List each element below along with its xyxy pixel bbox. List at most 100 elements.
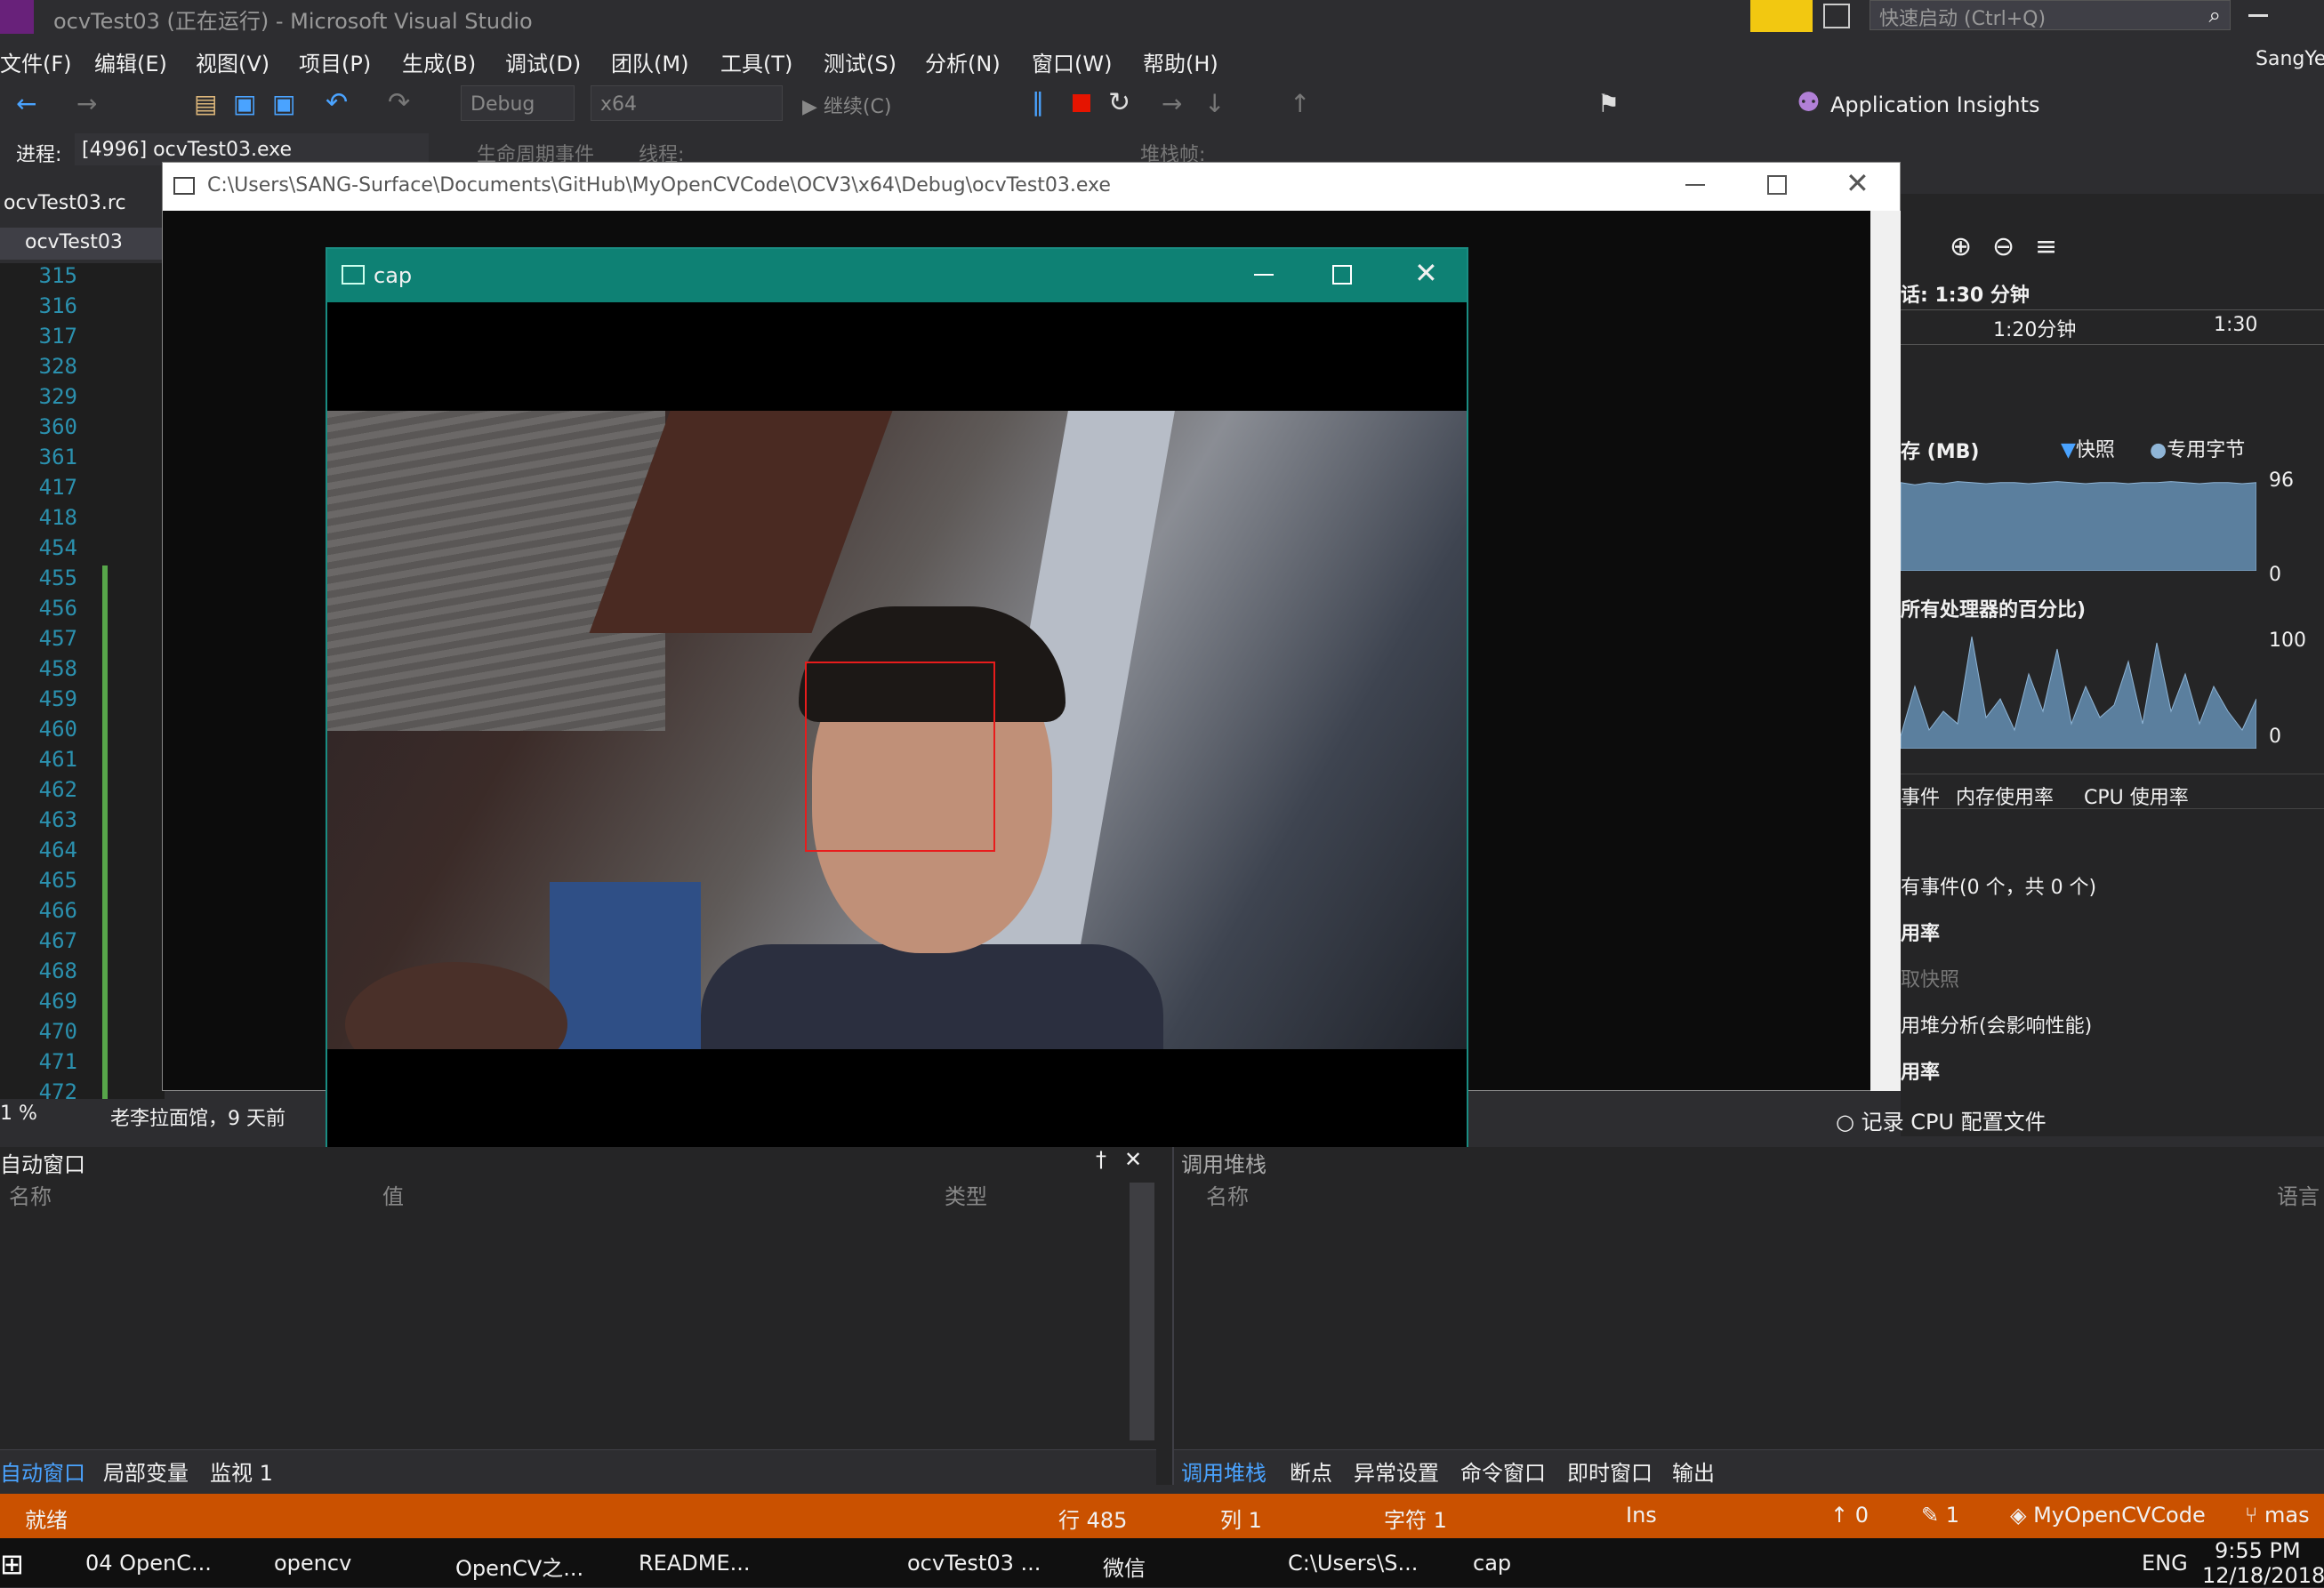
menu-debug[interactable]: 调试(D) — [505, 46, 581, 77]
notification-flag-icon[interactable] — [1750, 0, 1813, 32]
editor-tab-rc[interactable]: ocvTest03.rc — [0, 188, 162, 221]
bookmark-icon[interactable]: ⚑ — [1597, 89, 1620, 118]
tab-command[interactable]: 命令窗口 — [1460, 1456, 1546, 1487]
status-changes[interactable]: ✎ 1 — [1921, 1503, 1959, 1528]
console-scrollbar[interactable] — [1870, 211, 1901, 1091]
timeline-tick-2: 1:30 — [2214, 314, 2258, 336]
session-duration: 话: 1:30 分钟 — [1901, 285, 2030, 307]
undo-icon[interactable]: ↶ — [326, 87, 348, 118]
taskbar-item[interactable]: cap — [1473, 1551, 1642, 1576]
console-maximize-button[interactable] — [1767, 175, 1787, 195]
redo-icon[interactable]: ↷ — [388, 87, 410, 118]
start-icon[interactable]: ⊞ — [0, 1547, 24, 1581]
tab-cpu[interactable]: CPU 使用率 — [2084, 782, 2189, 810]
save-all-icon[interactable]: ▣ — [272, 89, 295, 118]
status-push[interactable]: ↑ 0 — [1830, 1503, 1869, 1528]
take-snapshot-button[interactable]: 取快照 — [1901, 964, 1959, 992]
status-repo[interactable]: ◈ MyOpenCVCode — [2010, 1503, 2206, 1528]
tab-memory[interactable]: 内存使用率 — [1956, 782, 2054, 810]
cpu-axis-max: 100 — [2269, 630, 2306, 652]
line-number: 454 — [38, 535, 77, 560]
tab-callstack[interactable]: 调用堆栈 — [1181, 1456, 1267, 1487]
line-number: 467 — [38, 928, 77, 953]
menu-analyze[interactable]: 分析(N) — [925, 46, 1001, 77]
continue-button[interactable]: ▶ 继续(C) — [802, 91, 891, 119]
taskbar-item[interactable]: README... — [639, 1551, 808, 1576]
back-icon[interactable]: ← — [16, 89, 36, 118]
autos-scrollbar[interactable] — [1130, 1183, 1154, 1440]
cap-maximize-button[interactable] — [1332, 265, 1352, 285]
restart-icon[interactable]: ↻ — [1108, 87, 1130, 118]
tab-breakpoints[interactable]: 断点 — [1290, 1456, 1332, 1487]
tab-output[interactable]: 输出 — [1672, 1456, 1715, 1487]
save-icon[interactable]: ▣ — [233, 89, 256, 118]
callstack-window: 调用堆栈 名称 语言 调用堆栈 断点 异常设置 命令窗口 即时窗口 输出 — [1172, 1147, 2324, 1487]
menu-test[interactable]: 测试(S) — [824, 46, 897, 77]
cap-close-button[interactable]: ✕ — [1414, 256, 1438, 290]
editor-tab-main[interactable]: ocvTest03 — [0, 228, 162, 260]
config-select[interactable]: Debug — [461, 85, 575, 121]
menu-tools[interactable]: 工具(T) — [720, 46, 792, 77]
stop-icon[interactable] — [1073, 94, 1090, 112]
menu-team[interactable]: 团队(M) — [611, 46, 688, 77]
tab-watch[interactable]: 监视 1 — [210, 1456, 273, 1487]
tab-locals[interactable]: 局部变量 — [103, 1456, 189, 1487]
status-branch[interactable]: ⑂ mas — [2245, 1503, 2310, 1528]
taskbar-item[interactable]: ocvTest03 ... — [907, 1551, 1076, 1576]
taskbar-item[interactable]: C:\Users\S... — [1288, 1551, 1457, 1576]
taskbar-item[interactable]: opencv — [274, 1551, 443, 1576]
menu-window[interactable]: 窗口(W) — [1032, 46, 1112, 77]
zoom-select[interactable]: 1 % — [0, 1099, 96, 1131]
quick-launch-input[interactable]: 快速启动 (Ctrl+Q) ⌕ — [1870, 0, 2231, 30]
platform-select[interactable]: x64 — [591, 85, 783, 121]
status-ins: Ins — [1626, 1503, 1657, 1528]
step-out-icon[interactable]: ↑ — [1290, 89, 1310, 118]
menu-help[interactable]: 帮助(H) — [1143, 46, 1218, 77]
tab-autos[interactable]: 自动窗口 — [0, 1456, 85, 1487]
cap-window[interactable]: cap ✕ — [326, 247, 1468, 1159]
process-select[interactable]: [4996] ocvTest03.exe — [75, 133, 429, 165]
step-into-icon[interactable]: ↓ — [1204, 89, 1225, 118]
forward-icon[interactable]: → — [76, 89, 97, 118]
autos-col-name: 名称 — [9, 1184, 52, 1209]
autos-close-icon[interactable]: ✕ — [1124, 1147, 1142, 1172]
menu-project[interactable]: 项目(P) — [299, 46, 371, 77]
console-minimize-button[interactable] — [1685, 184, 1705, 186]
tab-exceptions[interactable]: 异常设置 — [1354, 1456, 1439, 1487]
tab-immediate[interactable]: 即时窗口 — [1567, 1456, 1653, 1487]
line-number: 329 — [38, 384, 77, 409]
line-number: 315 — [38, 263, 77, 288]
line-number: 470 — [38, 1019, 77, 1044]
zoom-out-icon[interactable]: ⊖ — [1992, 231, 2014, 262]
account-icon[interactable] — [1823, 4, 1850, 28]
tab-events[interactable]: 事件 — [1901, 782, 1940, 810]
code-editor-gutter[interactable]: 315 316 317 328 329 360 361 417 418 454 455 456 457 4… — [0, 263, 165, 1104]
open-folder-icon[interactable]: ▤ — [194, 89, 217, 118]
menu-view[interactable]: 视图(V) — [196, 46, 269, 77]
memory-axis-min: 0 — [2269, 564, 2281, 586]
minimize-button[interactable] — [2248, 14, 2268, 17]
taskbar-item[interactable]: OpenCV之... — [455, 1551, 624, 1582]
menu-build[interactable]: 生成(B) — [402, 46, 476, 77]
cap-title-bar: cap ✕ — [327, 249, 1467, 302]
camera-frame — [327, 411, 1467, 1049]
record-cpu-profile[interactable]: ○ 记录 CPU 配置文件 — [1836, 1104, 2047, 1135]
lightbulb-icon[interactable]: ⚉ — [1797, 87, 1821, 118]
taskbar-item[interactable]: 04 OpenC... — [85, 1551, 254, 1576]
heap-profiling-checkbox[interactable]: 用堆分析(会影响性能) — [1901, 1010, 2092, 1039]
status-ready: 就绪 — [25, 1508, 68, 1533]
menu-edit[interactable]: 编辑(E) — [94, 46, 167, 77]
pause-icon[interactable]: ‖ — [1032, 87, 1044, 116]
menu-file[interactable]: 文件(F) — [0, 46, 72, 77]
cap-minimize-button[interactable] — [1254, 274, 1274, 276]
application-insights-button[interactable]: Application Insights — [1830, 92, 2040, 117]
line-number: 360 — [38, 414, 77, 439]
step-over-icon[interactable]: → — [1162, 89, 1182, 118]
codelens-nav: 老李拉面馆，9 天前 — [110, 1108, 285, 1130]
autos-pin-icon[interactable]: † — [1096, 1147, 1106, 1172]
callstack-tabs: 调用堆栈 断点 异常设置 命令窗口 即时窗口 输出 — [1174, 1449, 2324, 1487]
zoom-in-icon[interactable]: ⊕ — [1950, 231, 1972, 262]
chart-icon[interactable]: ≡ — [2035, 231, 2057, 262]
console-close-button[interactable]: ✕ — [1846, 166, 1870, 200]
taskbar-item[interactable]: 微信 — [1103, 1551, 1272, 1582]
